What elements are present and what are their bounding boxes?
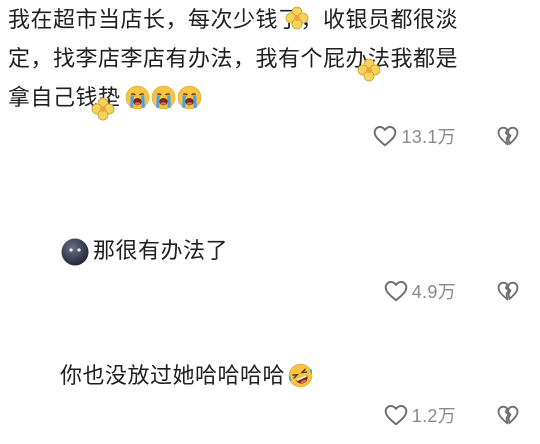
like-count: 13.1万 [401, 127, 456, 147]
heart-outline-icon [383, 402, 409, 428]
comment-3: 你也没放过她哈哈哈哈 1.2万 [0, 345, 540, 444]
broken-heart-icon [496, 279, 520, 303]
like-button[interactable]: 1.2万 [383, 402, 456, 428]
loudly-crying-face-icon [125, 85, 150, 110]
paw-flower-sticker-icon [90, 96, 116, 122]
comment-2-text: 那很有办法了 [93, 239, 229, 264]
like-count: 4.9万 [411, 282, 456, 302]
comment-2: 那很有办法了 4.9万 [0, 220, 540, 320]
paw-flower-sticker-icon [356, 57, 382, 83]
broken-heart-icon [496, 124, 520, 148]
comment-3-text: 你也没放过她哈哈哈哈 [60, 364, 286, 389]
broken-heart-icon [496, 403, 520, 427]
comment-1-line-2: 定，找李店李店有办法，我有个屁办法我都是 [8, 47, 459, 72]
comment-1-line-1: 我在超市当店长，每次少钱了，收银员都很淡 [8, 8, 459, 33]
comment-1: 我在超市当店长，每次少钱了，收银员都很淡 定，找李店李店有办法，我有个屁办法我都… [0, 0, 540, 160]
like-count: 1.2万 [411, 406, 456, 426]
rolling-laughing-face-icon [288, 363, 313, 388]
dislike-button[interactable] [496, 124, 520, 148]
like-button[interactable]: 13.1万 [372, 123, 456, 149]
dislike-button[interactable] [496, 403, 520, 427]
heart-outline-icon [383, 278, 409, 304]
dark-blob-face-icon [60, 237, 90, 267]
heart-outline-icon [372, 123, 398, 149]
paw-flower-sticker-icon [284, 5, 310, 31]
like-button[interactable]: 4.9万 [383, 278, 456, 304]
comment-2-actions: 4.9万 [383, 277, 520, 305]
dislike-button[interactable] [496, 279, 520, 303]
loudly-crying-face-icon [177, 85, 202, 110]
comment-1-actions: 13.1万 [372, 122, 520, 150]
loudly-crying-face-icon [151, 85, 176, 110]
comment-3-text-row: 你也没放过她哈哈哈哈 [60, 361, 313, 392]
comment-3-actions: 1.2万 [383, 401, 520, 429]
